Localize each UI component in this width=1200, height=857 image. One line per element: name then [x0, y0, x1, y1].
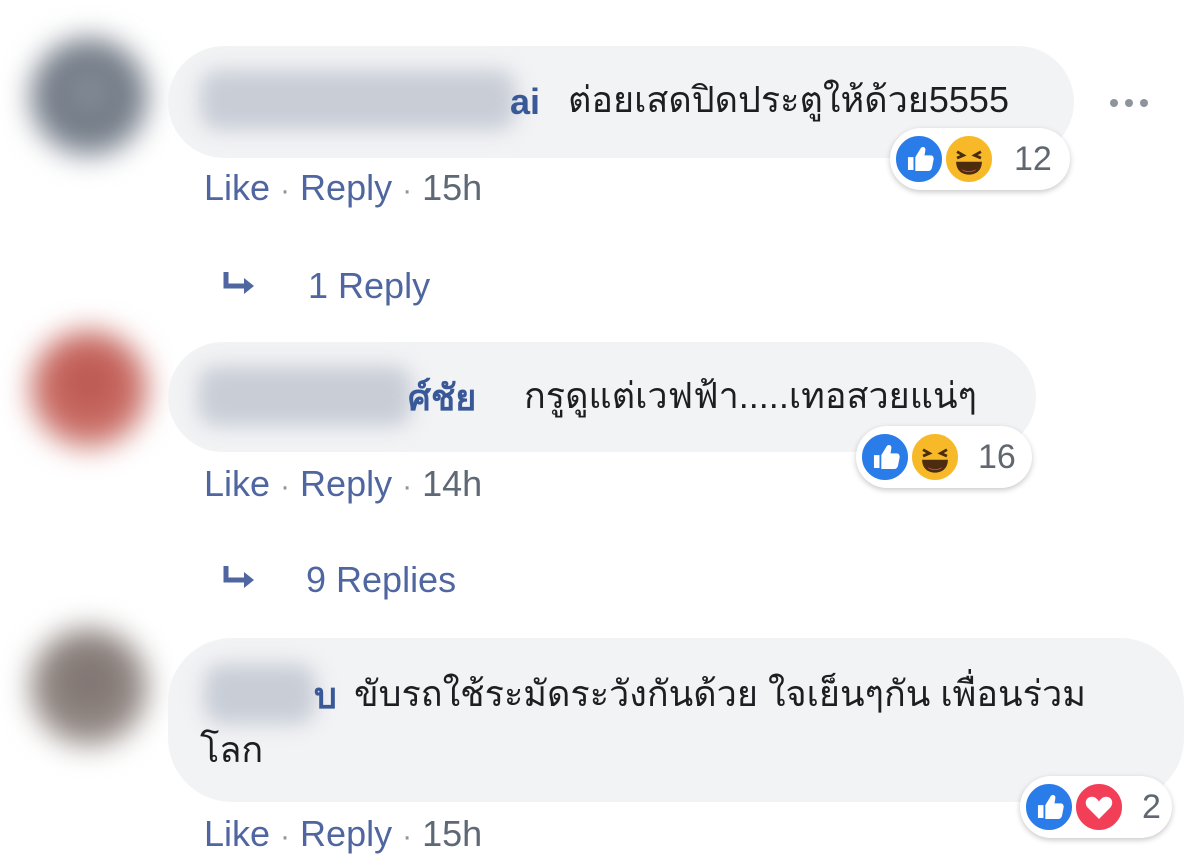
thumbs-up-icon [860, 432, 910, 482]
reply-link[interactable]: Reply [300, 463, 392, 504]
comment-actions: Like · Reply · 14h [204, 464, 482, 507]
comment-text: ต่อยเสดปิดประตูให้ด้วย5555 [568, 79, 1009, 120]
thumbs-up-icon [1024, 782, 1074, 832]
comment-text-continued: โลก [200, 729, 264, 770]
separator: · [402, 820, 413, 853]
reaction-summary[interactable]: 2 [1020, 776, 1172, 838]
laughing-face-icon [944, 134, 994, 184]
reaction-count: 16 [978, 438, 1016, 476]
avatar[interactable] [30, 38, 148, 156]
comment-author[interactable]: ศ์ชัย [408, 378, 476, 418]
reply-arrow-icon [223, 566, 254, 588]
reaction-count: 2 [1142, 788, 1161, 826]
separator: · [280, 174, 291, 207]
redacted-author-name [198, 366, 412, 426]
reaction-summary[interactable]: 12 [890, 128, 1070, 190]
timestamp[interactable]: 14h [422, 463, 482, 504]
view-replies-link[interactable]: 1 Reply [308, 266, 430, 306]
reply-arrow-icon [223, 272, 254, 294]
comment-text: กรูดูแต่เวฟฟ้า.....เทอสวยแน่ๆ [524, 375, 977, 416]
avatar[interactable] [30, 628, 148, 746]
comment-author[interactable]: บ [314, 676, 337, 716]
avatar[interactable] [30, 330, 148, 448]
separator: · [402, 174, 413, 207]
redacted-author-name [204, 664, 316, 724]
comment-actions: Like · Reply · 15h [204, 168, 482, 211]
comment-text: ขับรถใช้ระมัดระวังกันด้วย ใจเย็นๆกัน เพื… [354, 673, 1086, 714]
reaction-count: 12 [1014, 140, 1052, 178]
reply-link[interactable]: Reply [300, 167, 392, 208]
comment-author[interactable]: ai [510, 82, 540, 122]
separator: · [280, 470, 291, 503]
reaction-summary[interactable]: 16 [856, 426, 1032, 488]
like-link[interactable]: Like [204, 167, 270, 208]
comment-bubble [168, 638, 1184, 802]
separator: · [402, 470, 413, 503]
view-replies-link[interactable]: 9 Replies [306, 560, 456, 600]
like-link[interactable]: Like [204, 813, 270, 854]
heart-icon [1074, 782, 1124, 832]
comment-actions: Like · Reply · 15h [204, 814, 482, 857]
more-options-icon[interactable] [1104, 88, 1154, 118]
reply-link[interactable]: Reply [300, 813, 392, 854]
redacted-author-name [200, 70, 516, 130]
timestamp[interactable]: 15h [422, 813, 482, 854]
thumbs-up-icon [894, 134, 944, 184]
separator: · [280, 820, 291, 853]
laughing-face-icon [910, 432, 960, 482]
like-link[interactable]: Like [204, 463, 270, 504]
timestamp[interactable]: 15h [422, 167, 482, 208]
